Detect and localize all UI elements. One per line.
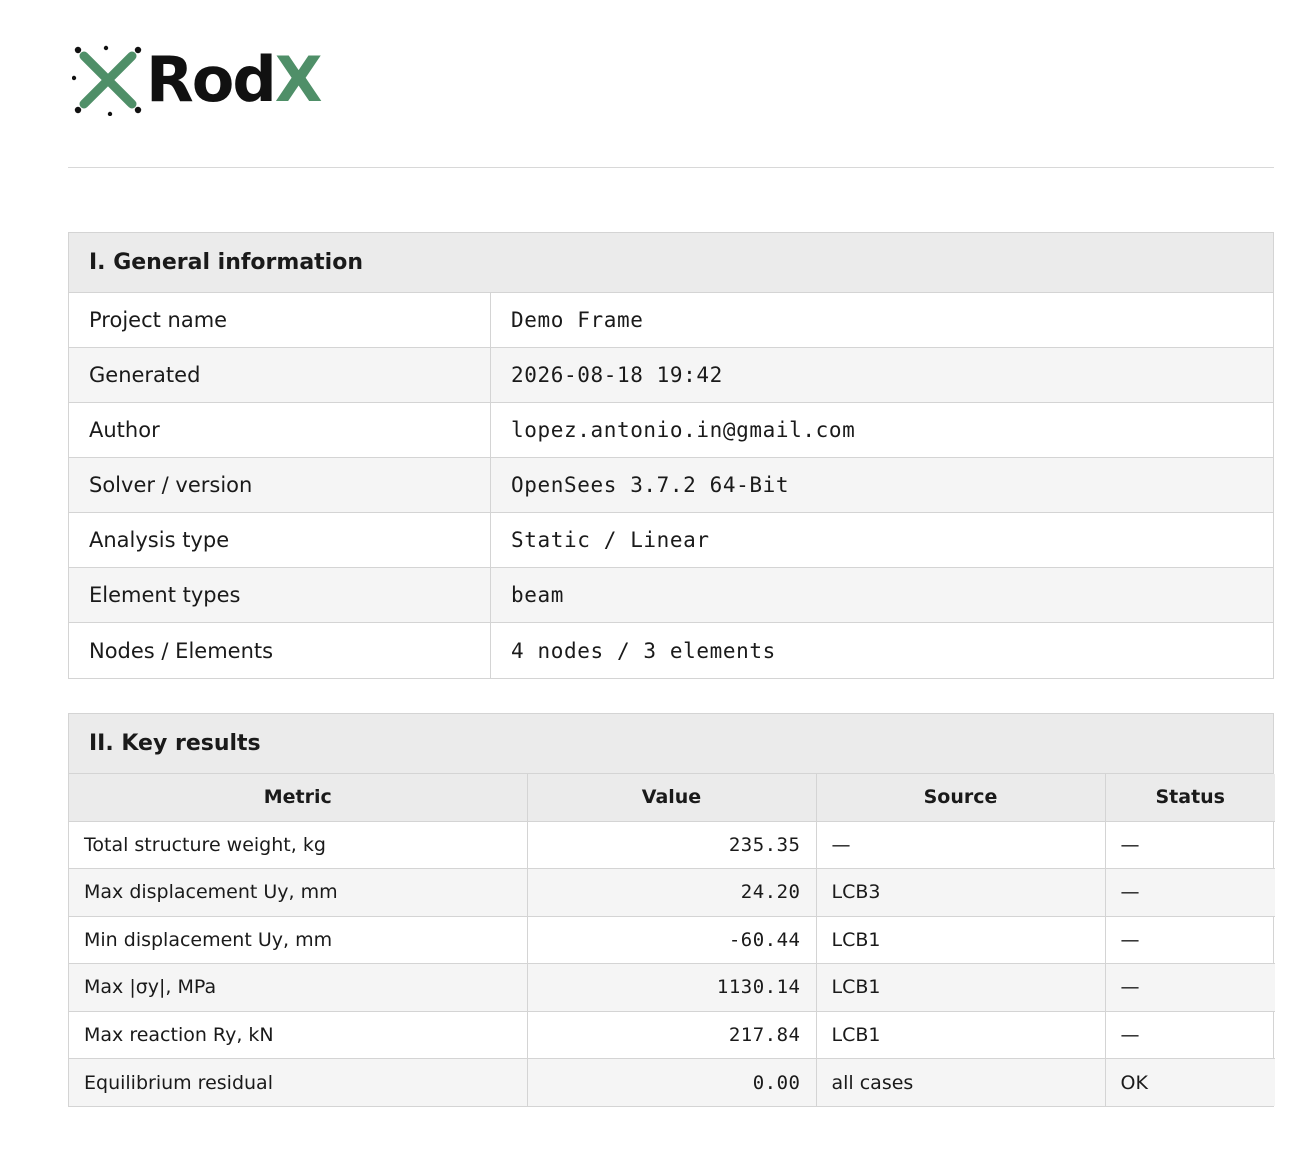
key-results-header-row: Metric Value Source Status [69,774,1275,822]
info-row: Generated 2026-08-18 19:42 [69,348,1273,403]
key-results-title: II. Key results [69,714,1273,774]
info-label: Author [69,403,491,457]
info-row: Element types beam [69,568,1273,623]
column-header-status: Status [1105,774,1275,822]
key-results-body: Total structure weight, kg 235.35— — Max di… [69,821,1275,1106]
value-cell: 24.20 [527,868,817,917]
source-cell: LCB1 [816,1011,1106,1059]
key-results-table: Metric Value Source Status Total structu… [69,774,1275,1106]
info-value: 4 nodes / 3 elements [511,638,776,663]
table-row: Total structure weight, kg 235.35— — [69,821,1275,869]
value-cell: 0.00 [527,1058,817,1106]
info-row: Solver / version OpenSees 3.7.2 64-Bit [69,458,1273,513]
status-cell: — [1105,963,1275,1012]
status-cell: — [1105,868,1275,917]
table-row: Min displacement Uy, mm -60.44 LCB1— [69,916,1275,964]
info-row: Nodes / Elements 4 nodes / 3 elements [69,623,1273,678]
column-header-metric: Metric [69,774,528,822]
info-label: Analysis type [69,513,491,567]
table-row: Max |σy|, MPa 1130.14 LCB1— [69,963,1275,1012]
general-information-panel: I. General information Project name Demo … [68,232,1274,679]
value-cell: -60.44 [527,916,817,964]
source-cell: LCB3 [816,868,1106,917]
info-value: Static / Linear [511,528,710,552]
status-cell: — [1105,821,1275,869]
info-value: lopez.antonio.in@gmail.com [511,418,856,442]
info-value: Demo Frame [511,308,644,332]
info-value: 2026-08-18 19:42 [511,363,723,387]
report-header: Rod X [68,40,1274,168]
metric-cell: Max displacement Uy, mm [69,868,528,917]
info-row: Analysis type Static / Linear [69,513,1273,568]
metric-cell: Equilibrium residual [69,1058,528,1106]
brand-name-part2: X [274,43,323,116]
table-row: Max displacement Uy, mm 24.20 LCB3— [69,868,1275,917]
metric-cell: Min displacement Uy, mm [69,916,528,964]
value-cell: 235.35 [527,821,817,869]
info-label: Element types [69,568,491,622]
brand-name: Rod X [146,43,323,116]
x-nodes-logo-icon [72,45,142,116]
status-cell: — [1105,916,1275,964]
info-label: Nodes / Elements [69,623,491,678]
value-cell: 217.84 [527,1011,817,1059]
status-cell: — [1105,1011,1275,1059]
table-row: Max reaction Ry, kN 217.84 LCB1— [69,1011,1275,1059]
column-header-source: Source [816,774,1106,822]
metric-cell: Max reaction Ry, kN [69,1011,528,1059]
info-value: beam [511,583,564,607]
value-cell: 1130.14 [527,963,817,1012]
key-results-panel: II. Key results Metric Value Source Stat… [68,713,1275,1107]
rodx-logo: Rod X [72,43,323,116]
metric-cell: Max |σy|, MPa [69,963,528,1012]
info-label: Generated [69,348,491,402]
info-label: Project name [69,293,491,347]
general-information-rows: Project name Demo Frame Generated 2026-08-1… [69,293,1273,678]
info-row: Author lopez.antonio.in@gmail.com [69,403,1273,458]
column-header-value: Value [527,774,817,822]
source-cell: LCB1 [816,963,1106,1012]
metric-cell: Total structure weight, kg [69,821,528,869]
info-row: Project name Demo Frame [69,293,1273,348]
source-cell: LCB1 [816,916,1106,964]
general-information-title: I. General information [69,233,1273,293]
brand-name-part1: Rod [146,43,277,116]
status-cell: OK [1105,1058,1275,1106]
source-cell: all cases [816,1058,1106,1106]
source-cell: — [816,821,1106,869]
table-row: Equilibrium residual 0.00 all cases OK [69,1058,1275,1106]
info-value: OpenSees 3.7.2 64-Bit [511,473,790,497]
info-label: Solver / version [69,458,491,512]
